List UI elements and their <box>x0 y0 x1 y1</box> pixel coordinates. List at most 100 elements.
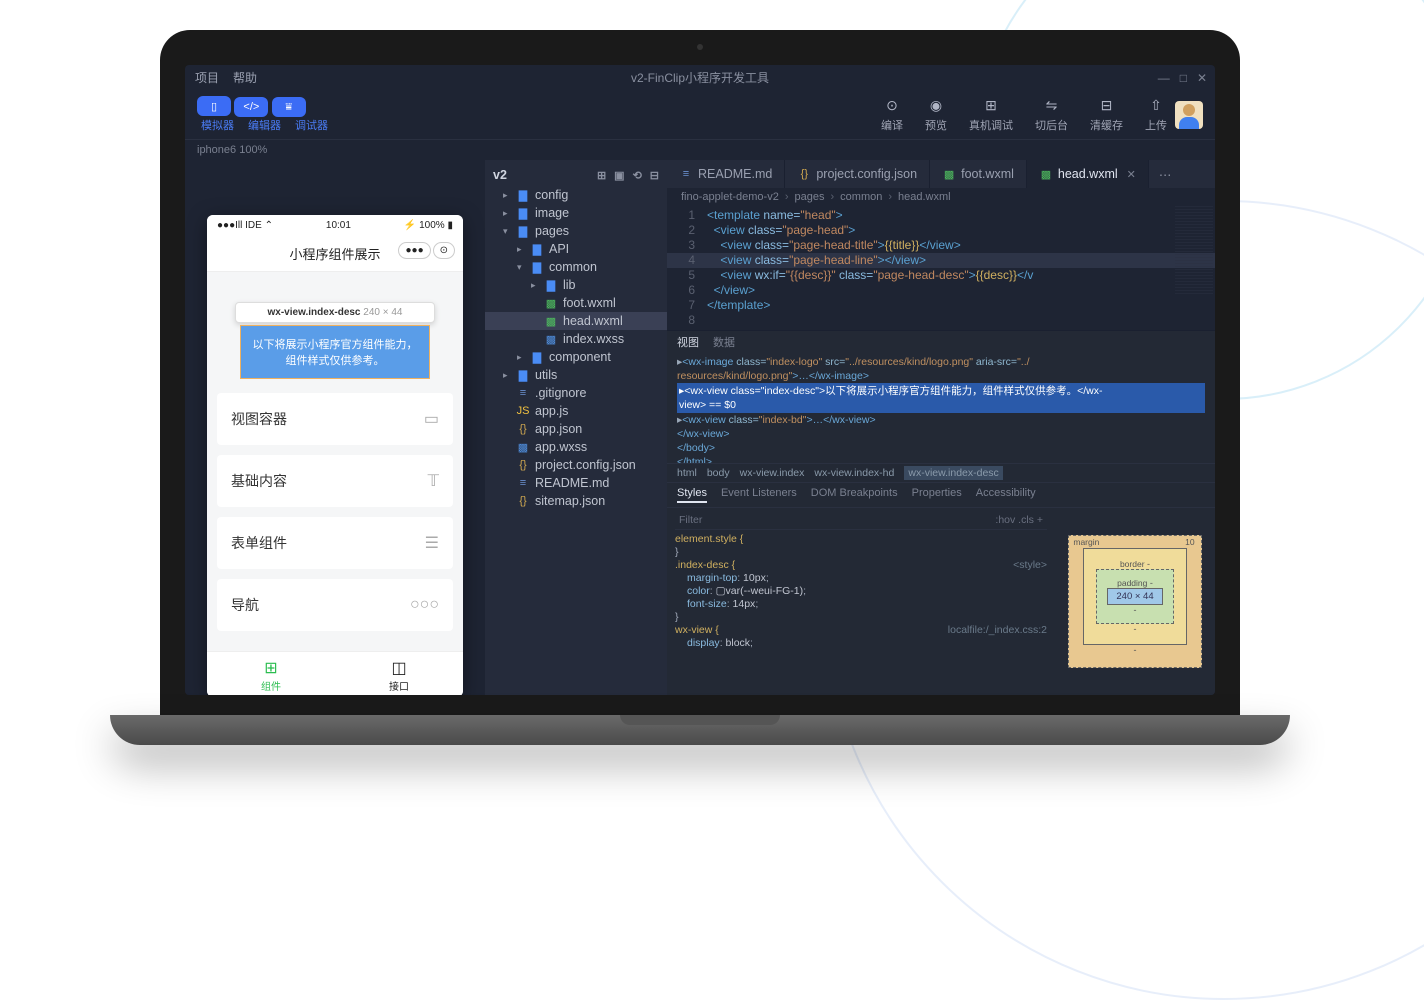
tree-item[interactable]: ▸▇API <box>485 240 667 258</box>
file-name: README.md <box>535 476 609 490</box>
tab-data[interactable]: 数据 <box>713 334 735 350</box>
dom-line[interactable]: ▸<wx-view class="index-desc">以下将展示小程序官方组… <box>677 383 1205 413</box>
file-name: common <box>549 260 597 274</box>
tree-item[interactable]: {}project.config.json <box>485 456 667 474</box>
tree-item[interactable]: ▩app.wxss <box>485 438 667 456</box>
editor-tab[interactable]: ▩head.wxml✕ <box>1027 160 1149 188</box>
styles-pane[interactable]: Filter :hov .cls + element.style { } .in… <box>667 508 1055 695</box>
dom-line[interactable]: </body> <box>677 441 1205 455</box>
tree-item[interactable]: ≡.gitignore <box>485 384 667 402</box>
styles-filter-input[interactable]: Filter <box>679 514 702 527</box>
toolbar-icon: ⊙ <box>886 97 898 114</box>
dom-line[interactable]: ▸<wx-image class="index-logo" src="../re… <box>677 355 1205 369</box>
caret-icon: ▾ <box>503 226 511 237</box>
devtools-top-tabs: 视图 数据 <box>667 331 1215 353</box>
toolbar-action-上传[interactable]: ⇧上传 <box>1145 97 1167 133</box>
devtools-tab[interactable]: DOM Breakpoints <box>811 487 898 503</box>
code-editor[interactable]: 1<template name="head">2 <view class="pa… <box>667 206 1215 330</box>
collapse-icon[interactable]: ⊟ <box>650 169 659 182</box>
tabbar-label: 组件 <box>261 682 281 693</box>
mode-debugger-button[interactable]: ⩸ <box>272 97 306 117</box>
tab-close-icon[interactable]: ✕ <box>1127 168 1136 181</box>
breadcrumb-item[interactable]: pages <box>795 191 825 203</box>
capsule-close-icon[interactable]: ⊙ <box>433 242 455 259</box>
tree-item[interactable]: ▩foot.wxml <box>485 294 667 312</box>
tree-item[interactable]: ▸▇image <box>485 204 667 222</box>
component-item[interactable]: 视图容器▭ <box>217 393 453 445</box>
tree-item[interactable]: ▸▇config <box>485 186 667 204</box>
breadcrumb-item[interactable]: head.wxml <box>898 191 951 203</box>
tree-item[interactable]: {}app.json <box>485 420 667 438</box>
component-icon: ○○○ <box>410 596 439 614</box>
dom-crumb[interactable]: wx-view.index <box>740 467 805 479</box>
tabbar-item[interactable]: ⊞组件 <box>207 652 335 695</box>
toolbar-actions: ⊙ 编译 ◉预览 ⊞真机调试 ⇋切后台 ⊟清缓存 ⇧上传 <box>881 97 1167 133</box>
refresh-icon[interactable]: ⟲ <box>633 169 642 182</box>
avatar[interactable] <box>1175 101 1203 129</box>
editor-tab[interactable]: ≡README.md <box>667 160 785 188</box>
toolbar-label: 真机调试 <box>969 117 1013 133</box>
tree-item[interactable]: ▩head.wxml <box>485 312 667 330</box>
devtools-tab[interactable]: Accessibility <box>976 487 1036 503</box>
dom-inspector[interactable]: ▸<wx-image class="index-logo" src="../re… <box>667 353 1215 463</box>
maximize-icon[interactable]: □ <box>1180 71 1187 85</box>
mode-editor-button[interactable]: </> <box>234 97 268 117</box>
toolbar-action-切后台[interactable]: ⇋切后台 <box>1035 97 1068 133</box>
editor-tab[interactable]: {}project.config.json <box>785 160 930 188</box>
laptop-frame: 项目 帮助 v2-FinClip小程序开发工具 — □ ✕ ▯ </> ⩸ 模拟… <box>160 30 1240 745</box>
devtools-tab[interactable]: Event Listeners <box>721 487 797 503</box>
new-file-icon[interactable]: ⊞ <box>597 169 606 182</box>
minimize-icon[interactable]: — <box>1158 71 1170 85</box>
close-icon[interactable]: ✕ <box>1197 71 1207 85</box>
tree-item[interactable]: ▸▇component <box>485 348 667 366</box>
dom-line[interactable]: resources/kind/logo.png">…</wx-image> <box>677 369 1205 383</box>
styles-filter-controls[interactable]: :hov .cls + <box>995 514 1043 527</box>
tab-overflow-icon[interactable]: ⋯ <box>1149 167 1182 182</box>
battery-icon: ⚡ 100% ▮ <box>404 220 453 231</box>
breadcrumb-item[interactable]: common <box>840 191 882 203</box>
mode-simulator-button[interactable]: ▯ <box>197 96 231 116</box>
toolbar-action-真机调试[interactable]: ⊞真机调试 <box>969 97 1013 133</box>
menu-project[interactable]: 项目 <box>195 69 219 86</box>
file-name: API <box>549 242 569 256</box>
dom-crumb[interactable]: wx-view.index-hd <box>814 467 894 479</box>
tree-item[interactable]: JSapp.js <box>485 402 667 420</box>
tree-item[interactable]: ▩index.wxss <box>485 330 667 348</box>
component-item[interactable]: 表单组件☰ <box>217 517 453 569</box>
dom-crumb[interactable]: body <box>707 467 730 479</box>
code-content: </view> <box>707 283 755 298</box>
devtools-tab[interactable]: Properties <box>912 487 962 503</box>
tabbar-icon: ◫ <box>335 658 463 678</box>
dom-line[interactable]: ▸<wx-view class="index-bd">…</wx-view> <box>677 413 1205 427</box>
tree-item[interactable]: ≡README.md <box>485 474 667 492</box>
component-item[interactable]: 基础内容𝕋 <box>217 455 453 507</box>
new-folder-icon[interactable]: ▣ <box>614 169 624 182</box>
caret-icon: ▸ <box>517 352 525 363</box>
tree-item[interactable]: ▸▇lib <box>485 276 667 294</box>
dom-crumb[interactable]: html <box>677 467 697 479</box>
tree-item[interactable]: {}sitemap.json <box>485 492 667 510</box>
tree-item[interactable]: ▾▇common <box>485 258 667 276</box>
file-icon: ▩ <box>544 297 558 310</box>
capsule-more-icon[interactable]: ●●● <box>398 242 430 259</box>
breadcrumb-item[interactable]: fino-applet-demo-v2 <box>681 191 779 203</box>
tab-view[interactable]: 视图 <box>677 334 699 350</box>
dom-line[interactable]: </wx-view> <box>677 427 1205 441</box>
tree-item[interactable]: ▸▇utils <box>485 366 667 384</box>
devtools-tab[interactable]: Styles <box>677 487 707 503</box>
toolbar-label: 编译 <box>881 117 903 133</box>
menu-help[interactable]: 帮助 <box>233 69 257 86</box>
file-icon: ▇ <box>530 261 544 274</box>
component-item[interactable]: 导航○○○ <box>217 579 453 631</box>
editor-tab[interactable]: ▩foot.wxml <box>930 160 1027 188</box>
tree-item[interactable]: ▾▇pages <box>485 222 667 240</box>
dom-line[interactable]: </html> <box>677 455 1205 463</box>
toolbar-action-清缓存[interactable]: ⊟清缓存 <box>1090 97 1123 133</box>
tabbar-item[interactable]: ◫接口 <box>335 652 463 695</box>
phone-tabbar: ⊞组件◫接口 <box>207 651 463 695</box>
minimap[interactable] <box>1175 206 1213 296</box>
dom-crumb[interactable]: wx-view.index-desc <box>904 466 1002 480</box>
toolbar-action-编译[interactable]: ⊙ 编译 <box>881 97 903 133</box>
toolbar-action-预览[interactable]: ◉预览 <box>925 97 947 133</box>
tab-label: README.md <box>698 167 772 181</box>
